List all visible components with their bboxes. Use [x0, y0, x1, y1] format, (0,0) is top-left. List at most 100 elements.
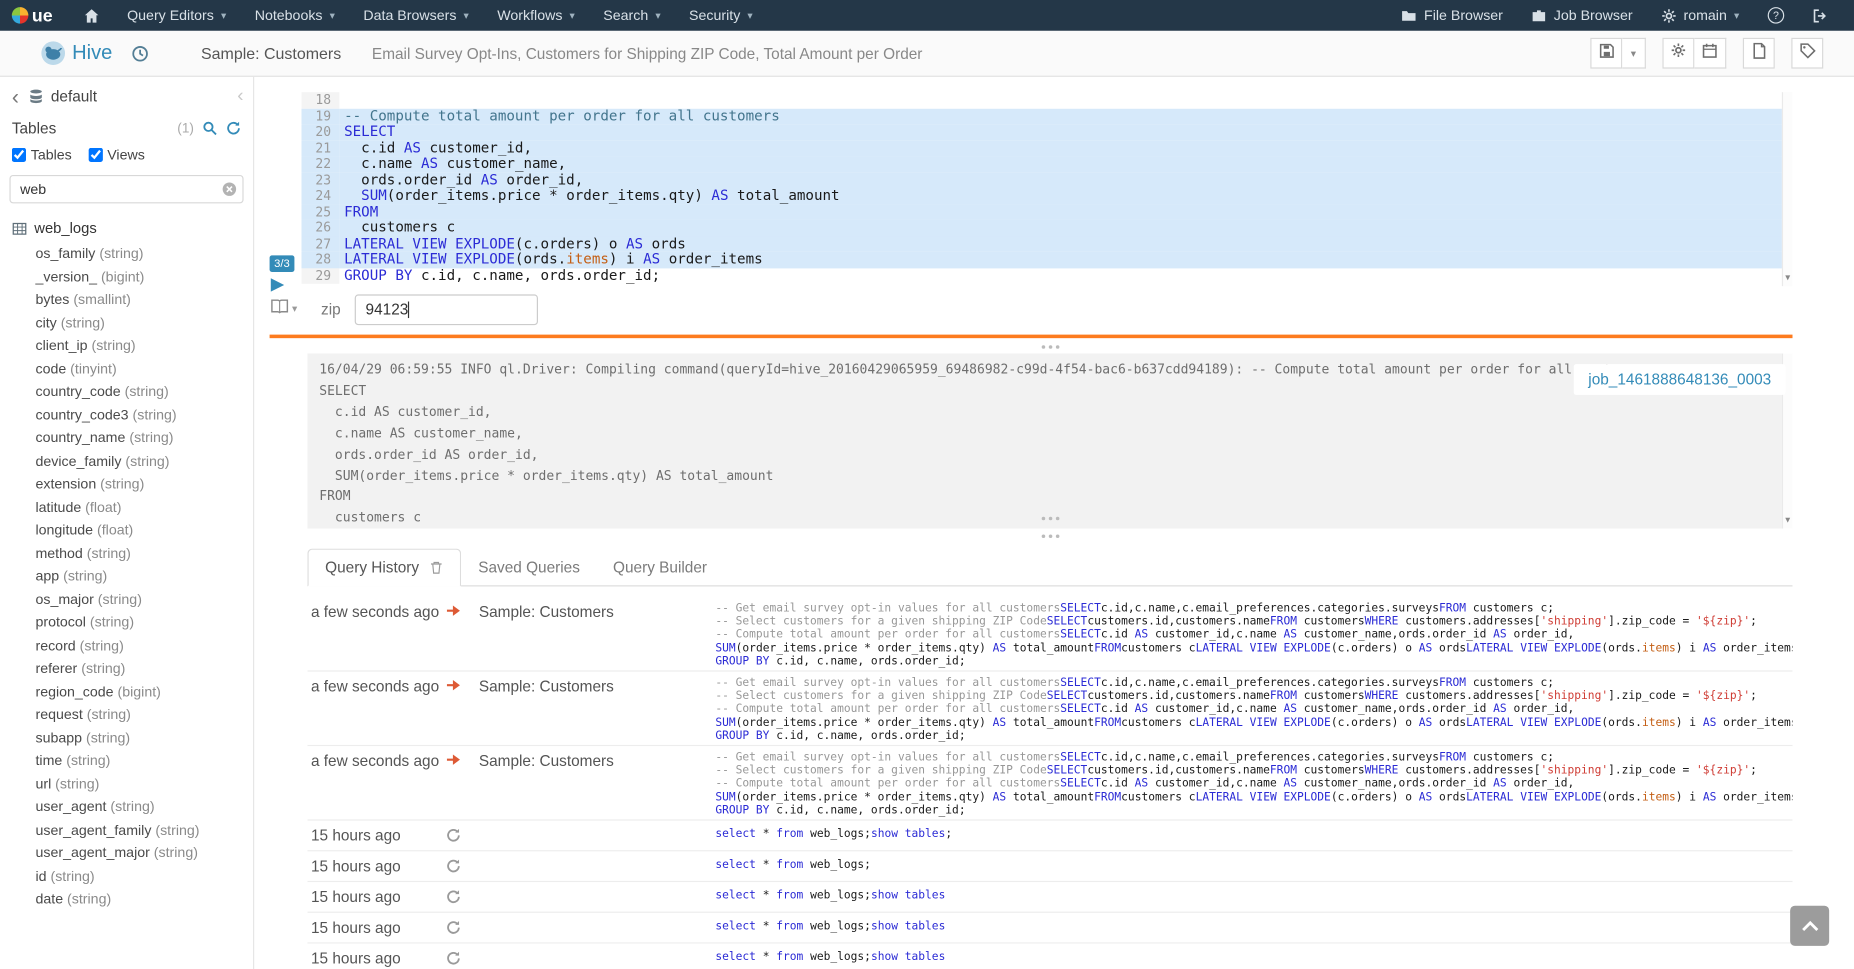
nav-romain[interactable]: romain▾ [1647, 0, 1754, 31]
database-name[interactable]: default [51, 87, 97, 105]
column-item-date[interactable]: date (string) [0, 888, 253, 911]
column-item-region-code[interactable]: region_code (bigint) [0, 680, 253, 703]
table-item[interactable]: web_logs [0, 208, 253, 240]
column-item-user-agent-major[interactable]: user_agent_major (string) [0, 842, 253, 865]
execute-button[interactable]: ▶ [271, 275, 285, 293]
nav-menu-search[interactable]: Search▾ [589, 0, 675, 31]
history-row[interactable]: 15 hours ago select * from web_logs;show… [307, 821, 1792, 852]
calendar-icon [1701, 42, 1718, 64]
scroll-to-top-button[interactable] [1790, 906, 1829, 946]
search-icon[interactable] [202, 121, 217, 136]
app-name[interactable]: Hive [72, 41, 112, 65]
nav-menu-data-browsers[interactable]: Data Browsers▾ [349, 0, 483, 31]
filter-tables[interactable]: Tables [12, 147, 72, 164]
column-item-request[interactable]: request (string) [0, 704, 253, 727]
column-item-protocol[interactable]: protocol (string) [0, 611, 253, 634]
resize-handle[interactable] [307, 342, 1792, 351]
job-link[interactable]: job_1461888648136_0003 [1588, 370, 1771, 388]
nav-job-browser[interactable]: Job Browser [1517, 0, 1647, 31]
nav-logout[interactable] [1798, 0, 1842, 31]
tab-saved-queries[interactable]: Saved Queries [462, 550, 597, 585]
tags-button[interactable] [1791, 38, 1823, 69]
column-item-subapp[interactable]: subapp (string) [0, 727, 253, 750]
nav-menu-notebooks[interactable]: Notebooks▾ [241, 0, 350, 31]
column-item-url[interactable]: url (string) [0, 773, 253, 796]
column-item-country-code[interactable]: country_code (string) [0, 381, 253, 404]
editor-line-21[interactable]: 21 c.id AS customer_id, [302, 140, 1793, 156]
settings-button[interactable] [1662, 38, 1694, 69]
save-button[interactable] [1590, 38, 1622, 69]
history-row[interactable]: a few seconds ago Sample: Customers -- G… [307, 746, 1792, 820]
column-item-os-major[interactable]: os_major (string) [0, 588, 253, 611]
filter-views[interactable]: Views [88, 147, 145, 164]
log-line: SUM(order_items.price * order_items.qty)… [319, 465, 1780, 486]
column-item-client-ip[interactable]: client_ip (string) [0, 335, 253, 358]
collapse-sidebar-icon[interactable]: ‹ [237, 89, 243, 103]
editor-line-20[interactable]: 20SELECT [302, 124, 1793, 140]
views-checkbox[interactable] [88, 148, 102, 162]
column-item-id[interactable]: id (string) [0, 865, 253, 888]
editor-line-18[interactable]: 18 [302, 92, 1793, 108]
column-item-bytes[interactable]: bytes (smallint) [0, 289, 253, 312]
column-item-referer[interactable]: referer (string) [0, 657, 253, 680]
schedule-button[interactable] [1694, 38, 1726, 69]
sql-editor[interactable]: 1819-- Compute total amount per order fo… [302, 92, 1793, 286]
editor-line-22[interactable]: 22 c.name AS customer_name, [302, 156, 1793, 172]
history-query-sql: select * from web_logs; [715, 851, 1792, 881]
assist-docs-button[interactable]: ▾ [270, 298, 298, 320]
column-item-os-family[interactable]: os_family (string) [0, 242, 253, 265]
column-item-user-agent[interactable]: user_agent (string) [0, 796, 253, 819]
history-row[interactable]: a few seconds ago Sample: Customers -- G… [307, 672, 1792, 746]
home-button[interactable] [69, 0, 113, 31]
scroll-down-icon[interactable]: ▼ [1783, 271, 1792, 286]
column-item-code[interactable]: code (tinyint) [0, 358, 253, 381]
nav-file-browser[interactable]: File Browser [1387, 0, 1517, 31]
history-row[interactable]: 15 hours ago select * from web_logs;show… [307, 913, 1792, 944]
editor-line-24[interactable]: 24 SUM(order_items.price * order_items.q… [302, 188, 1793, 204]
column-item-country-name[interactable]: country_name (string) [0, 427, 253, 450]
column-item-user-agent-family[interactable]: user_agent_family (string) [0, 819, 253, 842]
resize-handle[interactable] [307, 513, 1792, 522]
refresh-icon[interactable] [226, 121, 241, 136]
column-item-time[interactable]: time (string) [0, 750, 253, 773]
column-item-app[interactable]: app (string) [0, 565, 253, 588]
column-item-method[interactable]: method (string) [0, 542, 253, 565]
editor-line-25[interactable]: 25FROM [302, 204, 1793, 220]
editor-line-27[interactable]: 27LATERAL VIEW EXPLODE(c.orders) o AS or… [302, 236, 1793, 252]
nav-menu-query-editors[interactable]: Query Editors▾ [113, 0, 241, 31]
hue-logo[interactable]: ue [0, 5, 69, 25]
tables-checkbox[interactable] [12, 148, 26, 162]
tab-query-history[interactable]: Query History [307, 549, 461, 587]
back-chevron-icon[interactable]: ‹ [12, 89, 19, 103]
editor-line-28[interactable]: 28LATERAL VIEW EXPLODE(ords.items) i AS … [302, 252, 1793, 268]
editor-line-19[interactable]: 19-- Compute total amount per order for … [302, 108, 1793, 124]
editor-line-26[interactable]: 26 customers c [302, 220, 1793, 236]
history-row[interactable]: 15 hours ago select * from web_logs;show… [307, 944, 1792, 969]
editor-scrollbar[interactable]: ▼ [1782, 92, 1793, 286]
column-item-city[interactable]: city (string) [0, 312, 253, 335]
resize-handle[interactable] [307, 531, 1792, 540]
column-item-extension[interactable]: extension (string) [0, 473, 253, 496]
history-row[interactable]: a few seconds ago Sample: Customers -- G… [307, 597, 1792, 671]
column-item-latitude[interactable]: latitude (float) [0, 496, 253, 519]
editor-line-23[interactable]: 23 ords.order_id AS order_id, [302, 172, 1793, 188]
table-search-input[interactable] [9, 175, 243, 203]
clear-search-icon[interactable] [221, 181, 238, 198]
nav-menu-security[interactable]: Security▾ [675, 0, 767, 31]
nav-help[interactable]: ? [1753, 0, 1798, 31]
column-item-longitude[interactable]: longitude (float) [0, 519, 253, 542]
new-document-button[interactable] [1743, 38, 1775, 69]
column-item-version[interactable]: _version_ (bigint) [0, 265, 253, 288]
trash-icon[interactable] [430, 560, 444, 574]
column-item-country-code3[interactable]: country_code3 (string) [0, 404, 253, 427]
editor-line-29[interactable]: 29GROUP BY c.id, c.name, ords.order_id; [302, 268, 1793, 284]
query-history-icon[interactable] [131, 44, 149, 62]
nav-menu-workflows[interactable]: Workflows▾ [483, 0, 589, 31]
history-row[interactable]: 15 hours ago select * from web_logs; [307, 851, 1792, 882]
history-row[interactable]: 15 hours ago select * from web_logs;show… [307, 882, 1792, 913]
column-item-device-family[interactable]: device_family (string) [0, 450, 253, 473]
save-options-button[interactable]: ▾ [1622, 38, 1646, 69]
variable-zip-input[interactable] [355, 294, 538, 325]
column-item-record[interactable]: record (string) [0, 634, 253, 657]
tab-query-builder[interactable]: Query Builder [596, 550, 723, 585]
